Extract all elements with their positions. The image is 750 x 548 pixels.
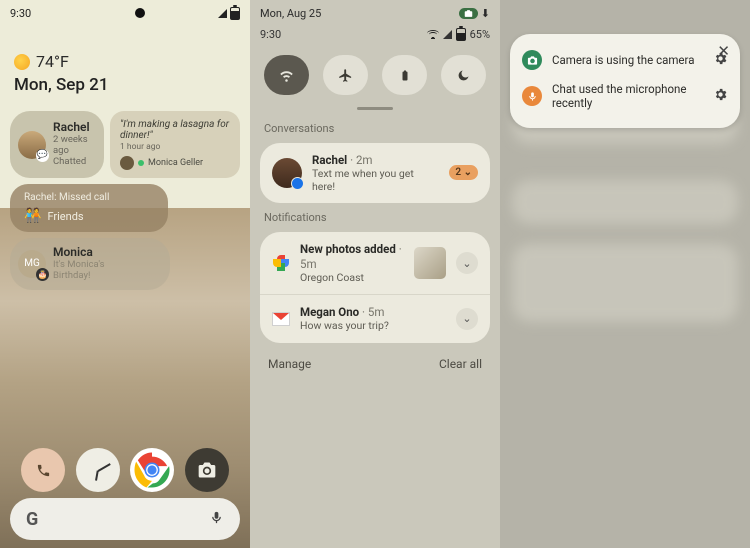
signal-icon: [443, 30, 452, 39]
quote-time: 1 hour ago: [120, 142, 160, 152]
weather-widget[interactable]: 74°F: [14, 52, 250, 71]
status-time: 9:30: [10, 7, 31, 20]
privacy-mic-text: Chat used the microphone recently: [552, 82, 703, 110]
gmail-icon: [272, 310, 290, 328]
download-icon: ⬇: [481, 7, 490, 20]
avatar-rachel: [272, 158, 302, 188]
missed-call-chip[interactable]: Rachel: Missed call 🧑‍🤝‍🧑 Friends: [10, 184, 168, 232]
conversation-notification-rachel[interactable]: Rachel · 2m Text me when you get here! 2…: [260, 143, 490, 204]
quote-author: Monica Geller: [148, 158, 203, 168]
screen-record-indicator[interactable]: [459, 8, 478, 19]
conversation-chip-rachel[interactable]: 💬 Rachel 2 weeks ago Chatted: [10, 111, 104, 178]
quote-bubble[interactable]: "I'm making a lasagna for dinner!" 1 hou…: [110, 111, 240, 178]
airplane-icon: [338, 68, 353, 83]
privacy-row-camera[interactable]: Camera is using the camera: [522, 44, 728, 76]
quick-settings: [250, 43, 500, 103]
status-bar-line2: 9:30 65%: [250, 26, 500, 43]
qs-airplane-toggle[interactable]: [323, 55, 368, 95]
close-button[interactable]: ✕: [717, 42, 730, 60]
punch-hole-camera: [135, 8, 145, 18]
signal-icon: [218, 9, 227, 18]
notification-title-line: New photos added · 5m: [300, 242, 404, 271]
section-header-conversations: Conversations: [250, 118, 500, 139]
online-dot-icon: [138, 160, 144, 166]
privacy-popup-screen: ✕ Camera is using the camera Chat used t…: [500, 0, 750, 548]
battery-icon: [230, 7, 240, 20]
notification-group: New photos added · 5m Oregon Coast ⌄ Meg…: [260, 232, 490, 342]
status-bar: 9:30: [0, 0, 250, 26]
camera-pill-icon: [464, 9, 473, 18]
phone-icon: [36, 463, 51, 478]
expand-chevron-icon[interactable]: ⌄: [456, 252, 478, 274]
mic-indicator-icon: [522, 86, 542, 106]
weather-temp: 74°F: [36, 52, 69, 71]
chip-subtitle: 2 weeks ago: [53, 135, 92, 157]
wifi-icon: [427, 30, 439, 39]
manage-button[interactable]: Manage: [268, 357, 311, 371]
status-bar: Mon, Aug 25 ⬇: [250, 0, 500, 26]
dock-chrome-app[interactable]: [130, 448, 174, 492]
notification-photos[interactable]: New photos added · 5m Oregon Coast ⌄: [260, 232, 490, 294]
date-widget[interactable]: Mon, Sep 21: [14, 75, 250, 95]
camera-indicator-icon: [522, 50, 542, 70]
birthday-chip-monica[interactable]: MG 🎂 Monica It's Monica's Birthday!: [10, 238, 170, 290]
notification-shade: Mon, Aug 25 ⬇ 9:30 65% Convers: [250, 0, 500, 548]
notification-title-line: Megan Ono · 5m: [300, 305, 446, 319]
notification-gmail[interactable]: Megan Ono · 5m How was your trip? ⌄: [260, 294, 490, 343]
chip-status: Chatted: [53, 157, 92, 168]
battery-percent: 65%: [470, 28, 490, 41]
section-header-notifications: Notifications: [250, 207, 500, 228]
expand-chevron-icon[interactable]: ⌄: [456, 308, 478, 330]
shade-footer: Manage Clear all: [250, 347, 500, 383]
battery-saver-icon: [399, 68, 411, 83]
messenger-badge-icon: 💬: [36, 149, 49, 162]
mic-icon[interactable]: [209, 510, 224, 529]
privacy-row-mic[interactable]: Chat used the microphone recently: [522, 76, 728, 116]
chip-name: Monica: [53, 246, 105, 260]
notification-subtitle: How was your trip?: [300, 319, 446, 332]
missed-call-group: Friends: [47, 210, 83, 223]
privacy-popup: ✕ Camera is using the camera Chat used t…: [510, 34, 740, 128]
cake-badge-icon: 🎂: [36, 268, 49, 281]
app-dock: [0, 448, 250, 492]
avatar-initials: MG 🎂: [18, 250, 46, 278]
avatar-rachel: 💬: [18, 131, 46, 159]
notification-subtitle: Oregon Coast: [300, 271, 404, 284]
shade-handle[interactable]: [357, 107, 393, 110]
dock-camera-app[interactable]: [185, 448, 229, 492]
google-photos-icon: [272, 254, 290, 272]
notification-title-line: Rachel · 2m: [312, 153, 439, 167]
privacy-camera-text: Camera is using the camera: [552, 53, 703, 67]
dock-phone-app[interactable]: [21, 448, 65, 492]
google-logo: G: [26, 509, 38, 530]
photo-thumbnail: [414, 247, 446, 279]
home-screen: 9:30 74°F Mon, Sep 21 💬 Rachel 2 weeks a…: [0, 0, 250, 548]
chip-name: Rachel: [53, 121, 92, 135]
wifi-icon: [279, 68, 294, 83]
battery-icon: [456, 28, 466, 41]
status-date: Mon, Aug 25: [260, 7, 321, 20]
clear-all-button[interactable]: Clear all: [439, 357, 482, 371]
chrome-icon: [132, 450, 172, 490]
status-time: 9:30: [260, 28, 281, 41]
weather-sun-icon: [14, 54, 30, 70]
settings-gear-icon[interactable]: [713, 87, 728, 106]
notification-count-badge[interactable]: 2 ⌄: [449, 165, 478, 180]
missed-call-title: Rachel: Missed call: [24, 192, 109, 203]
notification-message: Text me when you get here!: [312, 167, 439, 193]
search-bar[interactable]: G: [10, 498, 240, 540]
avatar-monica-small: [120, 156, 134, 170]
qs-battery-toggle[interactable]: [382, 55, 427, 95]
moon-icon: [456, 68, 471, 83]
quote-text: "I'm making a lasagna for dinner!": [120, 119, 230, 141]
qs-dnd-toggle[interactable]: [441, 55, 486, 95]
group-emoji-icon: 🧑‍🤝‍🧑: [24, 208, 41, 224]
camera-icon: [197, 460, 217, 480]
chip-line2: Birthday!: [53, 271, 105, 282]
qs-wifi-toggle[interactable]: [264, 55, 309, 95]
dock-clock-app[interactable]: [76, 448, 120, 492]
